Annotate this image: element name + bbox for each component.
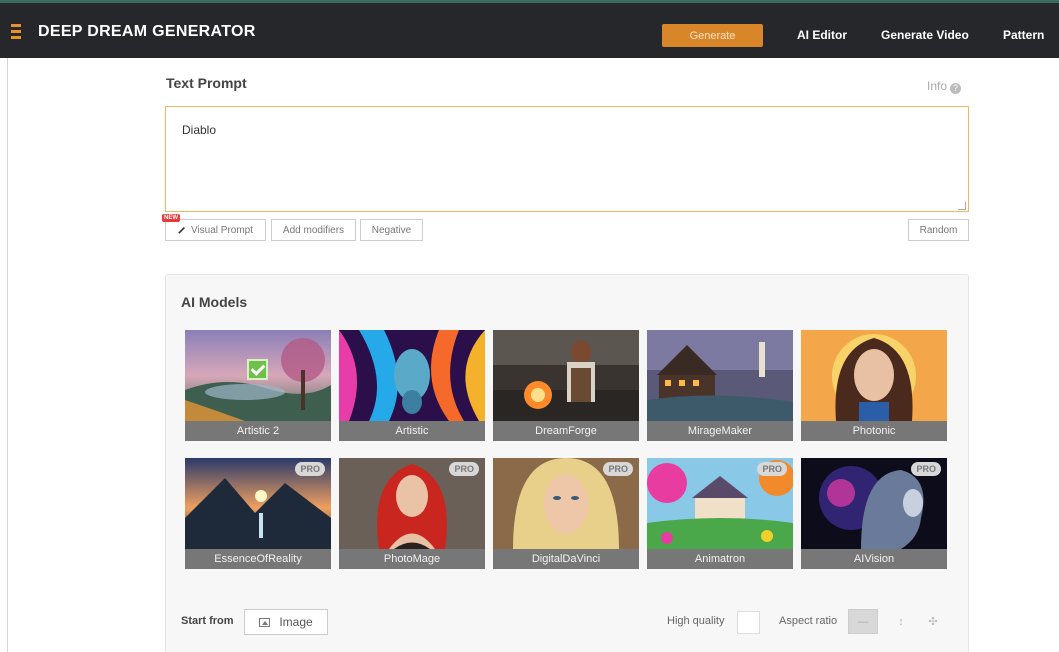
model-card-miragemaker[interactable]: MirageMaker — [647, 330, 793, 441]
model-card-animatron[interactable]: PRO Animatron — [647, 458, 793, 569]
brand-title[interactable]: DEEP DREAM GENERATOR — [38, 23, 256, 41]
high-quality-checkbox[interactable] — [737, 611, 760, 634]
info-link[interactable]: Info? — [927, 79, 962, 94]
top-navbar: DEEP DREAM GENERATOR Generate AI Editor … — [0, 0, 1059, 58]
pro-badge: PRO — [603, 462, 633, 476]
model-card-artistic-2[interactable]: Artistic 2 — [185, 330, 331, 441]
square-icon[interactable]: ✣ — [918, 609, 948, 634]
model-name: AIVision — [801, 549, 947, 569]
high-quality-label: High quality — [667, 615, 725, 627]
visual-prompt-label: Visual Prompt — [190, 224, 254, 236]
pro-badge: PRO — [757, 462, 787, 476]
image-icon — [259, 617, 271, 627]
model-thumbnail — [339, 330, 485, 421]
model-thumbnail — [493, 330, 639, 421]
random-button[interactable]: Random — [908, 219, 969, 241]
logo-icon[interactable] — [11, 24, 21, 40]
model-card-artistic[interactable]: Artistic — [339, 330, 485, 441]
question-icon: ? — [950, 83, 962, 94]
new-badge: NEW — [162, 214, 180, 222]
nav-generate-video[interactable]: Generate Video — [881, 28, 969, 42]
portrait-icon[interactable]: ↕ — [886, 609, 916, 634]
wand-icon — [178, 227, 185, 234]
landscape-icon[interactable]: — — [848, 609, 878, 634]
text-prompt-title: Text Prompt — [166, 75, 247, 91]
model-name: PhotoMage — [339, 549, 485, 569]
negative-button[interactable]: Negative — [360, 219, 423, 241]
model-card-photomage[interactable]: PRO PhotoMage — [339, 458, 485, 569]
text-prompt-input[interactable] — [165, 106, 969, 212]
model-card-aivision[interactable]: PRO AIVision — [801, 458, 947, 569]
pro-badge: PRO — [911, 462, 941, 476]
model-thumbnail — [801, 330, 947, 421]
model-name: EssenceOfReality — [185, 549, 331, 569]
nav-pattern[interactable]: Pattern — [1003, 28, 1044, 42]
pro-badge: PRO — [295, 462, 325, 476]
selected-check-icon — [247, 359, 268, 380]
model-card-essenceofreality[interactable]: PRO EssenceOfReality — [185, 458, 331, 569]
nav-generate-button[interactable]: Generate — [662, 24, 763, 47]
model-thumbnail — [647, 330, 793, 421]
model-name: DigitalDaVinci — [493, 549, 639, 569]
model-card-photonic[interactable]: Photonic — [801, 330, 947, 441]
model-name: Photonic — [801, 421, 947, 441]
model-card-digitaldavinci[interactable]: PRO DigitalDaVinci — [493, 458, 639, 569]
info-label: Info — [927, 79, 948, 93]
pro-badge: PRO — [449, 462, 479, 476]
left-divider — [7, 58, 8, 652]
resize-handle-icon[interactable] — [958, 202, 966, 210]
start-from-label: Start from — [181, 615, 234, 627]
model-name: Artistic — [339, 421, 485, 441]
model-card-dreamforge[interactable]: DreamForge — [493, 330, 639, 441]
model-name: MirageMaker — [647, 421, 793, 441]
image-button-label: Image — [279, 615, 313, 629]
aspect-ratio-label: Aspect ratio — [779, 615, 838, 627]
visual-prompt-button[interactable]: Visual Prompt — [165, 219, 266, 241]
model-name: Artistic 2 — [185, 421, 331, 441]
nav-ai-editor[interactable]: AI Editor — [797, 28, 847, 42]
start-from-image-button[interactable]: Image — [244, 609, 328, 635]
ai-models-title: AI Models — [181, 294, 248, 310]
model-name: DreamForge — [493, 421, 639, 441]
model-name: Animatron — [647, 549, 793, 569]
add-modifiers-button[interactable]: Add modifiers — [271, 219, 356, 241]
